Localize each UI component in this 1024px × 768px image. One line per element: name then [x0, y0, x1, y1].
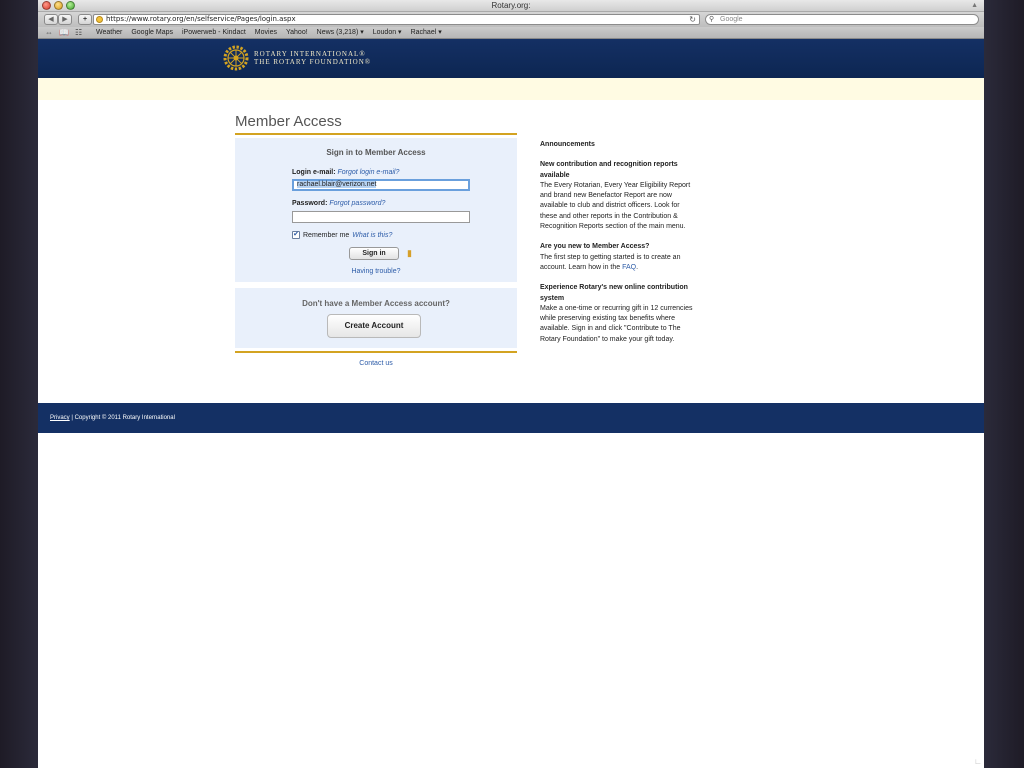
faq-link[interactable]: FAQ — [622, 264, 636, 271]
resize-grip-icon[interactable]: ∟ — [974, 757, 982, 766]
bookmark-item[interactable]: Movies — [255, 27, 277, 39]
browser-toolbar: ◀ ▶ + https://www.rotary.org/en/selfserv… — [38, 12, 984, 27]
add-bookmark-button[interactable]: + — [78, 14, 92, 25]
bookmark-list: Weather Google Maps iPowerweb - Kindact Mov… — [96, 27, 442, 39]
bookmark-item[interactable]: Weather — [96, 27, 122, 39]
sign-in-button[interactable]: Sign in — [349, 247, 399, 260]
create-account-panel: Don't have a Member Access account? Crea… — [235, 288, 517, 348]
rotary-wheel-icon — [223, 45, 249, 71]
announcement-item: Experience Rotary's new online contribut… — [540, 284, 693, 343]
url-text: https://www.rotary.org/en/selfservice/Pa… — [106, 15, 296, 23]
announcements-heading: Announcements — [540, 141, 595, 148]
bookmark-item[interactable]: Google Maps — [131, 27, 173, 39]
email-value: rachael.blair@verizon.net — [297, 181, 377, 188]
title-bar: Rotary.org: ▲ — [38, 0, 984, 12]
remember-me-checkbox[interactable]: ✔ — [292, 231, 300, 239]
bookmark-item[interactable]: iPowerweb - Kindact — [182, 27, 246, 39]
password-field[interactable] — [292, 211, 470, 223]
bottom-divider — [235, 351, 517, 353]
back-button[interactable]: ◀ — [44, 14, 58, 25]
bookmark-item[interactable]: News (3,218) ▾ — [317, 27, 364, 39]
reading-list-icon[interactable]: 📖 — [59, 27, 69, 39]
forgot-password-link[interactable]: Forgot password? — [329, 200, 385, 207]
search-icon: ⚲ — [709, 16, 715, 23]
email-label: Login e-mail: Forgot login e-mail? — [292, 169, 400, 176]
show-all-tabs-icon[interactable]: ⇔ — [45, 27, 53, 39]
main-content: Member Access Sign in to Member Access L… — [38, 100, 984, 402]
rotary-logo[interactable]: ROTARY INTERNATIONAL® THE ROTARY FOUNDAT… — [223, 45, 371, 71]
signin-panel: Sign in to Member Access Login e-mail: F… — [235, 138, 517, 282]
privacy-link[interactable]: Privacy — [50, 415, 70, 421]
padlock-icon: ▮ — [407, 248, 412, 258]
signin-heading: Sign in to Member Access — [326, 148, 426, 157]
page-title: Member Access — [235, 113, 342, 130]
search-field[interactable]: ⚲ Google — [705, 14, 979, 25]
site-footer: Privacy | Copyright © 2011 Rotary Intern… — [38, 403, 984, 433]
copyright-text: | Copyright © 2011 Rotary International — [69, 415, 175, 421]
remember-me-label: Remember me — [303, 231, 350, 239]
reload-icon[interactable]: ↻ — [689, 15, 696, 24]
create-account-button[interactable]: Create Account — [327, 314, 421, 338]
bookmarks-bar: ⇔ 📖 ☷ Weather Google Maps iPowerweb - Kind… — [38, 27, 984, 39]
announcement-item: New contribution and recognition reports… — [540, 161, 691, 231]
window-title: Rotary.org: — [491, 1, 531, 10]
top-divider — [235, 133, 517, 135]
secure-lock-icon: ▲ — [971, 2, 978, 9]
browser-window: Rotary.org: ▲ ◀ ▶ + https://www.rotary.o… — [38, 0, 984, 768]
what-is-this-link[interactable]: What is this? — [352, 232, 392, 239]
site-icon — [96, 16, 103, 23]
forward-button[interactable]: ▶ — [58, 14, 72, 25]
email-field[interactable]: rachael.blair@verizon.net — [292, 179, 470, 191]
having-trouble-link[interactable]: Having trouble? — [235, 268, 517, 275]
forgot-email-link[interactable]: Forgot login e-mail? — [338, 169, 400, 176]
no-account-text: Don't have a Member Access account? — [302, 299, 450, 308]
bookmark-item[interactable]: Loudon ▾ — [373, 27, 402, 39]
bookmark-item[interactable]: Rachael ▾ — [411, 27, 442, 39]
logo-text: ROTARY INTERNATIONAL® THE ROTARY FOUNDAT… — [254, 50, 372, 66]
address-bar[interactable]: https://www.rotary.org/en/selfservice/Pa… — [93, 14, 700, 25]
remember-me-row: ✔ Remember me What is this? — [292, 231, 392, 239]
password-label: Password: Forgot password? — [292, 200, 386, 207]
notice-strip — [38, 78, 984, 100]
contact-us-link[interactable]: Contact us — [235, 360, 517, 367]
bookmark-item[interactable]: Yahoo! — [286, 27, 308, 39]
top-sites-icon[interactable]: ☷ — [75, 27, 82, 39]
search-placeholder: Google — [720, 16, 743, 23]
announcement-item: Are you new to Member Access? The first … — [540, 243, 681, 271]
site-header: ROTARY INTERNATIONAL® THE ROTARY FOUNDAT… — [38, 39, 984, 78]
announcements: Announcements New contribution and recog… — [540, 140, 696, 355]
